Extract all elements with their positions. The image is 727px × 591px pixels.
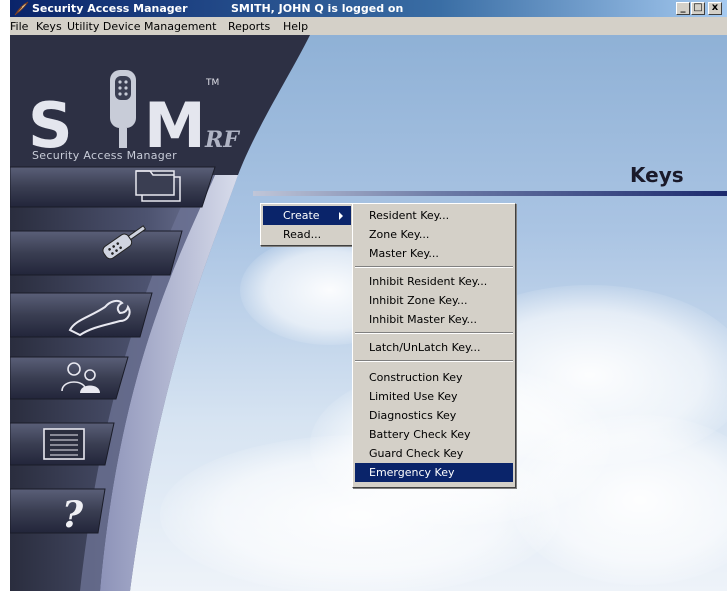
page-title: Keys: [630, 163, 684, 187]
menu-item-zone-key[interactable]: Zone Key...: [355, 225, 513, 244]
menu-item-create[interactable]: Create: [263, 206, 351, 225]
create-submenu: Resident Key... Zone Key... Master Key..…: [352, 203, 516, 488]
close-button[interactable]: x: [708, 2, 722, 15]
menu-item-inhibit-resident-key[interactable]: Inhibit Resident Key...: [355, 272, 513, 291]
menu-utility-device[interactable]: Utility Device: [67, 20, 140, 33]
main-content: S M RF ? TM Security Access Manager Keys…: [10, 35, 727, 591]
menu-item-read[interactable]: Read...: [263, 225, 351, 244]
menu-item-inhibit-master-key[interactable]: Inhibit Master Key...: [355, 310, 513, 329]
question-icon: ?: [62, 494, 84, 536]
menu-item-inhibit-zone-key[interactable]: Inhibit Zone Key...: [355, 291, 513, 310]
logged-on-status: SMITH, JOHN Q is logged on: [231, 2, 404, 15]
sidebar-button-utility-device[interactable]: [10, 292, 153, 338]
heading-underline: [253, 191, 727, 196]
title-bar[interactable]: Security Access Manager SMITH, JOHN Q is…: [10, 0, 727, 17]
menu-item-battery-check-key[interactable]: Battery Check Key: [355, 425, 513, 444]
menu-item-construction-key[interactable]: Construction Key: [355, 368, 513, 387]
logo-tagline: Security Access Manager: [32, 149, 177, 162]
menu-separator: [355, 266, 513, 268]
menu-item-create-label: Create: [283, 209, 320, 222]
menu-item-latch-unlatch-key[interactable]: Latch/UnLatch Key...: [355, 338, 513, 357]
svg-text:RF: RF: [204, 127, 240, 153]
menu-item-resident-key[interactable]: Resident Key...: [355, 206, 513, 225]
menu-management[interactable]: Management: [144, 20, 216, 33]
menu-keys[interactable]: Keys: [36, 20, 62, 33]
sidebar-button-reports[interactable]: [10, 422, 115, 466]
sidebar-button-help[interactable]: ?: [10, 488, 106, 536]
keys-dropdown-menu: Create Read...: [260, 203, 354, 246]
sidebar-panel: S M RF ?: [10, 35, 310, 591]
menu-separator: [355, 332, 513, 334]
submenu-arrow-icon: [339, 212, 343, 220]
sidebar-button-folders[interactable]: [10, 166, 216, 208]
menu-separator: [355, 360, 513, 362]
trademark-label: TM: [206, 78, 220, 88]
maximize-button[interactable]: □: [691, 2, 705, 15]
menu-item-guard-check-key[interactable]: Guard Check Key: [355, 444, 513, 463]
menu-reports[interactable]: Reports: [228, 20, 270, 33]
app-feather-icon: [14, 1, 29, 16]
app-window: Security Access Manager SMITH, JOHN Q is…: [10, 0, 727, 591]
menu-item-master-key[interactable]: Master Key...: [355, 244, 513, 263]
menu-item-emergency-key[interactable]: Emergency Key: [355, 463, 513, 482]
menu-file[interactable]: File: [10, 20, 28, 33]
window-title: Security Access Manager: [32, 2, 188, 15]
menu-item-read-label: Read...: [283, 228, 322, 241]
menu-item-diagnostics-key[interactable]: Diagnostics Key: [355, 406, 513, 425]
menu-item-limited-use-key[interactable]: Limited Use Key: [355, 387, 513, 406]
menu-bar: File Keys Utility Device Management Repo…: [10, 17, 727, 35]
sidebar-button-management[interactable]: [10, 356, 129, 400]
minimize-button[interactable]: _: [676, 2, 690, 15]
menu-help[interactable]: Help: [283, 20, 308, 33]
